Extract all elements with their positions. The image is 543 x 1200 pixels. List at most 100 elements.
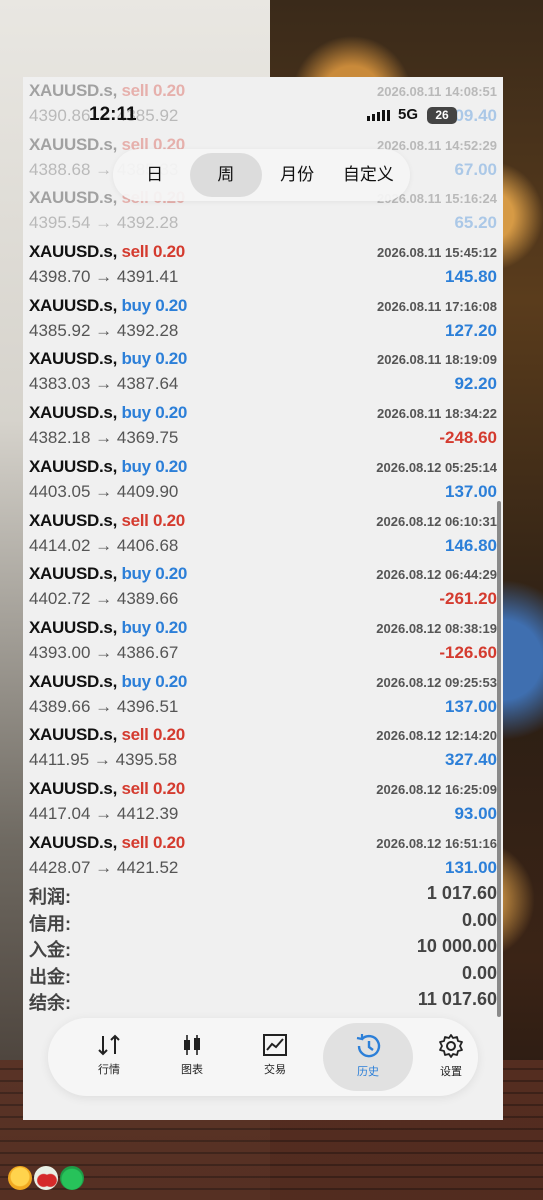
tab-custom[interactable]: 自定义 — [333, 153, 404, 197]
trade-time: 2026.08.11 15:45:12 — [377, 245, 497, 261]
trade-row[interactable]: XAUUSD.s, buy 0.20 2026.08.11 17:16:08 438… — [23, 292, 503, 346]
trade-prices: 4383.03 → 4387.64 — [29, 374, 179, 394]
cherries-emoji-icon — [34, 1166, 58, 1190]
phone-screen: XAUUSD.s, sell 0.20 2026.08.11 14:08:51 43… — [23, 77, 503, 1120]
trade-prices: 4398.70 → 4391.41 — [29, 267, 179, 287]
trade-volume: 0.20 — [153, 510, 185, 530]
trade-prices: 4414.02 → 4406.68 — [29, 535, 179, 555]
trade-symbol: XAUUSD.s, buy 0.20 — [29, 564, 187, 584]
summary-balance: 结余: 11 017.60 — [23, 989, 503, 1016]
trade-volume: 0.20 — [153, 81, 185, 100]
symbol-name: XAUUSD.s, — [29, 403, 117, 423]
status-time: 12:11 — [89, 104, 137, 125]
trade-profit: -261.20 — [439, 589, 497, 609]
trade-chart-icon — [263, 1034, 287, 1056]
nav-history[interactable]: 历史 — [323, 1023, 413, 1091]
status-bar: 12:11 5G 26 — [23, 99, 503, 133]
trade-prices: 4393.00 → 4386.67 — [29, 642, 179, 662]
symbol-name: XAUUSD.s, — [29, 349, 117, 369]
trade-row[interactable]: XAUUSD.s, buy 0.20 2026.08.12 08:38:19 439… — [23, 614, 503, 668]
trade-symbol: XAUUSD.s, sell 0.20 — [29, 81, 185, 101]
trade-volume: 0.20 — [155, 403, 188, 423]
bottom-navigation: 行情 图表 交易 历史 设置 — [48, 1018, 478, 1096]
trade-symbol: XAUUSD.s, sell 0.20 — [29, 511, 185, 531]
trade-side: sell — [121, 778, 149, 798]
symbol-name: XAUUSD.s, — [29, 295, 117, 315]
tab-month[interactable]: 月份 — [262, 153, 333, 197]
trade-side: buy — [121, 617, 151, 637]
symbol-name: XAUUSD.s, — [29, 242, 117, 262]
summary-deposit: 入金: 10 000.00 — [23, 936, 503, 963]
trade-row[interactable]: XAUUSD.s, sell 0.20 2026.08.12 16:51:16 44… — [23, 829, 503, 883]
nav-label: 历史 — [357, 1066, 379, 1078]
trade-row[interactable]: XAUUSD.s, buy 0.20 2026.08.11 18:34:22 438… — [23, 399, 503, 453]
trade-prices: 4403.05 → 4409.90 — [29, 481, 179, 501]
trade-time: 2026.08.11 14:52:29 — [377, 137, 497, 153]
trade-side: sell — [121, 81, 149, 100]
nav-trade[interactable]: 交易 — [236, 1023, 314, 1091]
nav-charts[interactable]: 图表 — [153, 1023, 231, 1091]
trade-prices: 4402.72 → 4389.66 — [29, 589, 179, 609]
nav-label: 交易 — [264, 1064, 286, 1076]
symbol-name: XAUUSD.s, — [29, 778, 117, 798]
trade-volume: 0.20 — [155, 295, 188, 315]
trade-time: 2026.08.11 17:16:08 — [377, 298, 497, 314]
emoji-row — [8, 1166, 84, 1190]
trade-prices: 4395.54 → 4392.28 — [29, 213, 179, 233]
summary-value: 0.00 — [461, 962, 497, 983]
symbol-name: XAUUSD.s, — [29, 456, 117, 476]
symbol-name: XAUUSD.s, — [29, 510, 117, 530]
trade-row[interactable]: XAUUSD.s, sell 0.20 2026.08.12 12:14:20 44… — [23, 721, 503, 775]
quotes-arrows-icon — [98, 1034, 120, 1056]
nav-settings[interactable]: 设置 — [412, 1023, 490, 1091]
trade-volume: 0.20 — [155, 671, 188, 691]
trade-profit: 145.80 — [445, 267, 497, 287]
trade-profit: 137.00 — [445, 696, 497, 716]
trade-row[interactable]: XAUUSD.s, sell 0.20 2026.08.11 15:45:12 43… — [23, 238, 503, 292]
trade-row[interactable]: XAUUSD.s, buy 0.20 2026.08.12 06:44:29 440… — [23, 560, 503, 614]
tab-week[interactable]: 周 — [190, 153, 262, 197]
trade-row[interactable]: XAUUSD.s, sell 0.20 2026.08.12 16:25:09 44… — [23, 775, 503, 829]
symbol-name: XAUUSD.s, — [29, 832, 117, 852]
trade-profit: -248.60 — [439, 428, 497, 448]
signal-strength-icon — [367, 110, 390, 121]
scrollbar[interactable] — [497, 501, 501, 1017]
battery-icon: 26 — [427, 107, 457, 124]
summary-withdrawal: 出金: 0.00 — [23, 963, 503, 990]
trade-symbol: XAUUSD.s, buy 0.20 — [29, 296, 187, 316]
symbol-name: XAUUSD.s, — [29, 617, 117, 637]
tab-day[interactable]: 日 — [119, 153, 190, 197]
trade-row[interactable]: XAUUSD.s, buy 0.20 2026.08.12 09:25:53 438… — [23, 668, 503, 722]
trade-side: buy — [121, 564, 151, 584]
gear-icon — [439, 1034, 463, 1058]
trade-symbol: XAUUSD.s, buy 0.20 — [29, 403, 187, 423]
trade-row[interactable]: XAUUSD.s, sell 0.20 2026.08.12 06:10:31 44… — [23, 507, 503, 561]
trade-volume: 0.20 — [153, 242, 185, 262]
summary-label: 信用: — [29, 913, 71, 934]
trade-time: 2026.08.12 16:51:16 — [376, 835, 497, 851]
trade-volume: 0.20 — [155, 564, 188, 584]
candlestick-chart-icon — [184, 1035, 200, 1055]
trade-side: sell — [121, 242, 149, 262]
summary-label: 利润: — [29, 887, 71, 907]
trade-side: sell — [121, 510, 149, 530]
trade-time: 2026.08.12 05:25:14 — [376, 459, 497, 475]
trade-profit: 65.20 — [454, 213, 497, 233]
symbol-name: XAUUSD.s, — [29, 564, 117, 584]
account-summary: 利润: 1 017.60 信用: 0.00 入金: 10 000.00 出金: … — [23, 883, 503, 1016]
trade-side: buy — [121, 349, 151, 369]
trade-symbol: XAUUSD.s, sell 0.20 — [29, 725, 185, 745]
symbol-name: XAUUSD.s, — [29, 81, 117, 100]
trade-row[interactable]: XAUUSD.s, buy 0.20 2026.08.11 18:19:09 438… — [23, 345, 503, 399]
trade-symbol: XAUUSD.s, sell 0.20 — [29, 779, 185, 799]
trade-symbol: XAUUSD.s, buy 0.20 — [29, 618, 187, 638]
trade-row[interactable]: XAUUSD.s, buy 0.20 2026.08.12 05:25:14 440… — [23, 453, 503, 507]
trade-symbol: XAUUSD.s, buy 0.20 — [29, 457, 187, 477]
summary-credit: 信用: 0.00 — [23, 910, 503, 937]
summary-label: 入金: — [29, 940, 71, 961]
nav-label: 图表 — [181, 1064, 203, 1076]
nav-quotes[interactable]: 行情 — [70, 1023, 148, 1091]
trade-time: 2026.08.12 06:44:29 — [376, 567, 497, 583]
smiley-emoji-icon — [8, 1166, 32, 1190]
green-heart-emoji-icon — [60, 1166, 84, 1190]
